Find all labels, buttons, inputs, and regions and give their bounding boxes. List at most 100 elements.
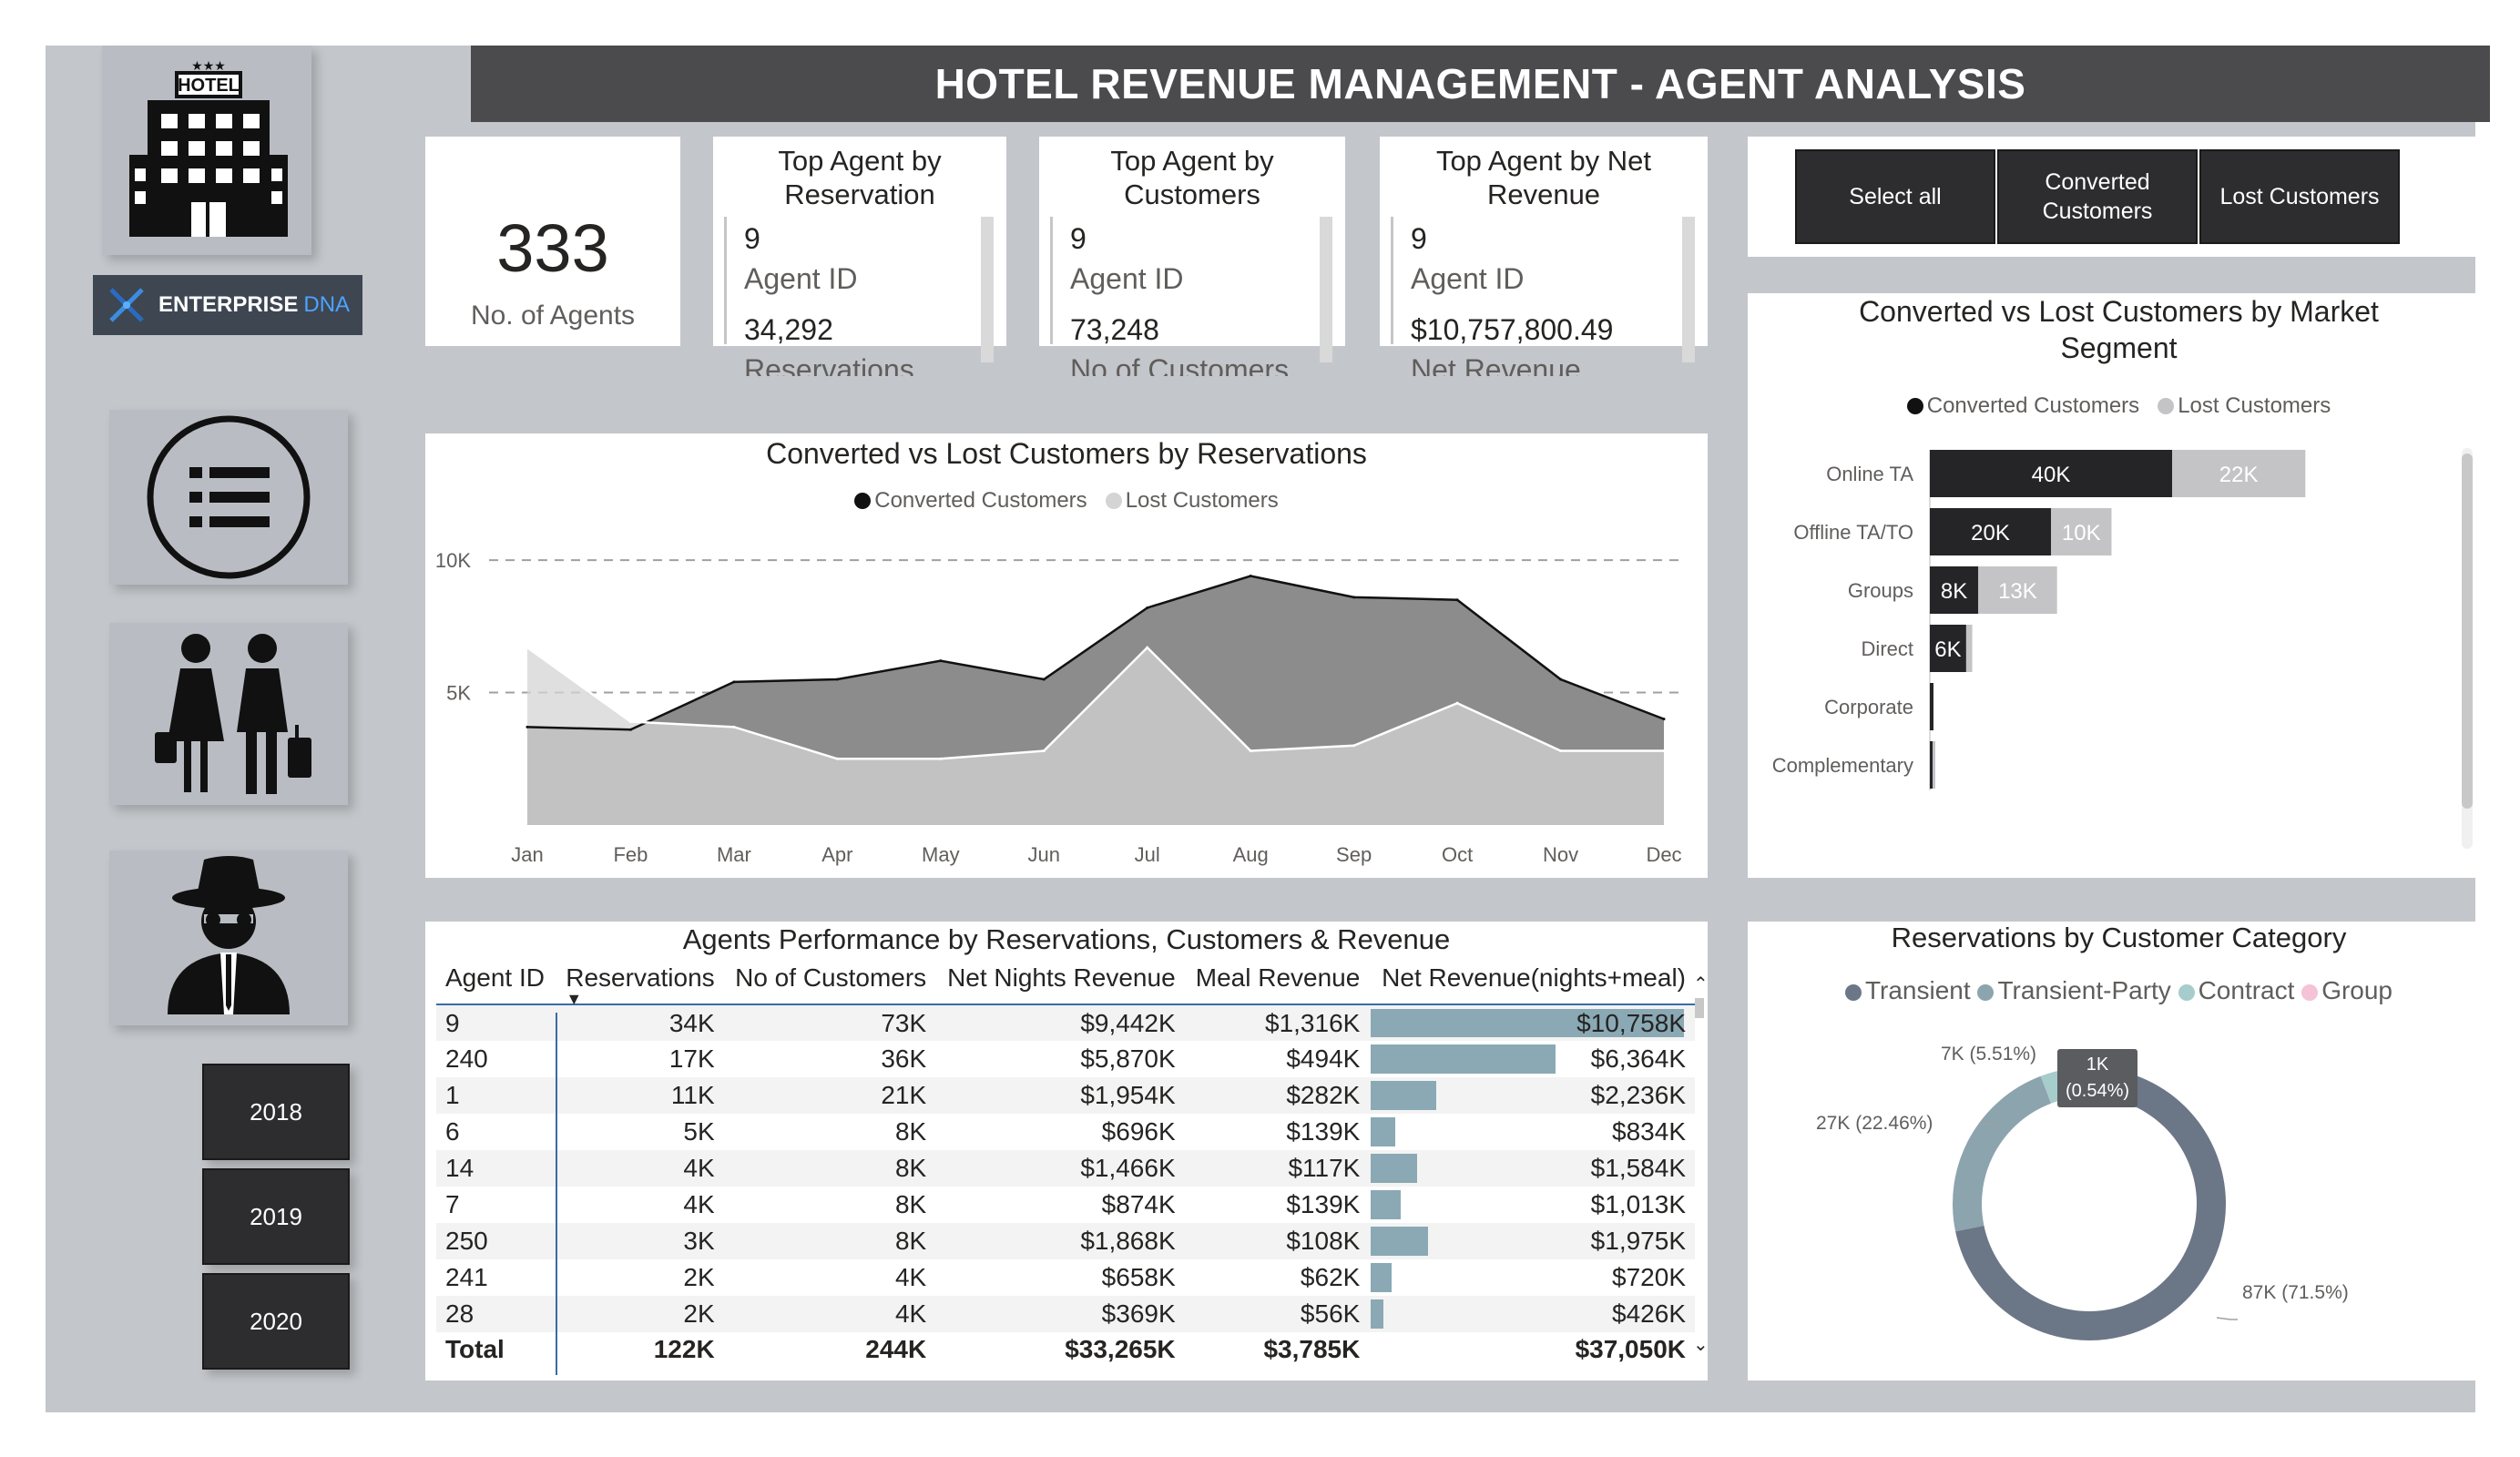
cell-text: $1,584K xyxy=(1590,1154,1686,1182)
lost-point xyxy=(525,646,529,649)
scroll-down-icon[interactable]: ⌄ xyxy=(1693,1333,1709,1356)
x-tick-label: May xyxy=(922,843,960,866)
lost-point xyxy=(939,757,943,760)
agent-id-label: Agent ID xyxy=(744,262,858,295)
cell-net-revenue: $10,758K xyxy=(1369,1004,1695,1041)
data-bar xyxy=(1371,1263,1393,1292)
table-cell: $1,868K xyxy=(935,1223,1185,1259)
enterprise-dna-logo: ENTERPRISE DNA xyxy=(93,275,362,335)
cell-text: $6,364K xyxy=(1590,1044,1686,1073)
table-cell: 34K xyxy=(555,1004,724,1041)
converted-point xyxy=(1146,606,1149,609)
table-cell: $117K xyxy=(1184,1150,1370,1187)
list-menu-icon xyxy=(147,415,311,579)
col-net-nights-revenue[interactable]: Net Nights Revenue xyxy=(935,962,1184,1004)
lost-data-label: 13K xyxy=(1998,579,2037,604)
table-row[interactable]: 1 11K 21K $1,954K $282K $2,236K xyxy=(436,1077,1695,1114)
agents-performance-table: Agents Performance by Reservations, Cust… xyxy=(425,922,1709,1381)
table-cell: 8K xyxy=(894,1117,927,1146)
donut-plot[interactable] xyxy=(1748,922,2490,1381)
converted-point xyxy=(1249,575,1252,578)
agent-id-value: 9 xyxy=(744,222,760,255)
svg-text:HOTEL: HOTEL xyxy=(178,76,240,96)
card-title: Top Agent by Reservation xyxy=(778,145,942,210)
net-revenue-label: Net Revenue xyxy=(1411,353,1581,386)
donut-label-contract: 7K (5.51%) xyxy=(1941,1044,2037,1065)
column-divider xyxy=(556,1013,557,1375)
chart-scrollbar[interactable] xyxy=(2462,448,2473,849)
x-tick-label: Oct xyxy=(1442,843,1473,866)
converted-point xyxy=(1352,596,1356,599)
x-tick-label: Jan xyxy=(511,843,543,866)
select-all-button[interactable]: Select all xyxy=(1795,149,1995,244)
top-agent-revenue-card: Top Agent by Net Revenue 9 Agent ID $10,… xyxy=(1380,137,1708,376)
bar-plot[interactable]: Online TA 40K 22K Offline TA/TO 20K 10K Groups… xyxy=(1748,293,2490,878)
market-segment-bar-chart: Converted vs Lost Customers by Market Se… xyxy=(1748,293,2490,878)
lost-point xyxy=(628,720,632,724)
col-agent-id[interactable]: Agent ID xyxy=(436,962,555,1004)
y-tick-label: 10K xyxy=(435,549,471,572)
table-scrollbar[interactable]: ⌃ ⌄ xyxy=(1693,973,1709,1356)
table-row[interactable]: 241 2K 4K $658K $62K $720K xyxy=(436,1259,1695,1296)
kpi-value: 333 xyxy=(496,210,609,286)
year-2018-button[interactable]: 2018 xyxy=(202,1064,350,1160)
table-cell: 8K xyxy=(723,1223,936,1259)
scroll-up-icon[interactable]: ⌃ xyxy=(1693,973,1709,995)
card-scrollbar[interactable] xyxy=(1682,217,1695,362)
data-bar xyxy=(1371,1117,1395,1146)
brand-suffix: DNA xyxy=(303,292,351,317)
table-cell: $108K xyxy=(1184,1223,1370,1259)
cell-text: $1,975K xyxy=(1590,1227,1686,1255)
customer-type-slicer: Select all Converted Customers Lost Cust… xyxy=(1748,137,2490,257)
total-cell: $37,050K xyxy=(1575,1335,1686,1363)
table-cell: 4K xyxy=(894,1263,927,1291)
lost-point xyxy=(732,725,736,728)
agent-tile[interactable] xyxy=(109,851,348,1025)
year-2020-button[interactable]: 2020 xyxy=(202,1273,350,1370)
col-customers[interactable]: No of Customers xyxy=(724,962,936,1004)
table-row[interactable]: 9 34K 73K $9,442K $1,316K $10,758K xyxy=(436,1004,1695,1041)
table-total-row: Total 122K 244K $33,265K $3,785K $37,050K xyxy=(436,1332,1695,1367)
total-cell: Total xyxy=(445,1335,505,1363)
table-cell: $139K xyxy=(1286,1190,1361,1218)
leader-line xyxy=(2216,1317,2238,1320)
x-tick-label: Jun xyxy=(1028,843,1060,866)
table-header-row: Agent ID Reservations ▼ No of Customers N… xyxy=(436,962,1695,1008)
total-cell: 244K xyxy=(865,1335,927,1363)
lost-customers-button[interactable]: Lost Customers xyxy=(2199,149,2400,244)
data-bar xyxy=(1371,1190,1401,1219)
donut-label-transient-party: 27K (22.46%) xyxy=(1816,1113,1933,1134)
year-2019-button[interactable]: 2019 xyxy=(202,1168,350,1265)
card-scrollbar[interactable] xyxy=(1320,217,1332,362)
dna-icon xyxy=(109,288,144,322)
lost-bar xyxy=(1965,625,1973,672)
table-row[interactable]: 28 2K 4K $369K $56K $426K xyxy=(436,1296,1695,1332)
lost-point xyxy=(1352,744,1356,748)
card-scrollbar[interactable] xyxy=(981,217,994,362)
area-plot[interactable]: 5K 10K Jan Feb Mar Apr May Jun Jul Aug Sep Oct Nov De… xyxy=(425,433,1708,878)
cell-net-revenue: $1,013K xyxy=(1369,1187,1695,1223)
cell-text: $720K xyxy=(1612,1263,1686,1291)
page-title: HOTEL REVENUE MANAGEMENT - AGENT ANALYSI… xyxy=(471,46,2490,122)
table-row[interactable]: 7 4K 8K $874K $139K $1,013K xyxy=(436,1187,1695,1223)
table-row[interactable]: 240 17K 36K $5,870K $494K $6,364K xyxy=(436,1041,1695,1077)
converted-point xyxy=(1042,678,1046,681)
menu-tile[interactable] xyxy=(109,410,348,585)
customers-tile[interactable] xyxy=(109,623,348,805)
col-reservations[interactable]: Reservations ▼ xyxy=(555,962,723,1008)
y-tick-label: 5K xyxy=(446,682,471,705)
table-cell: 2K xyxy=(683,1263,715,1291)
cell-text: $2,236K xyxy=(1590,1081,1686,1109)
table-cell: 5K xyxy=(683,1117,715,1146)
table-row[interactable]: 6 5K 8K $696K $139K $834K xyxy=(436,1114,1695,1150)
table-cell: 2K xyxy=(555,1296,724,1332)
table-cell: $1,466K xyxy=(935,1150,1185,1187)
table-row[interactable]: 250 3K 8K $1,868K $108K $1,975K xyxy=(436,1223,1695,1259)
sort-desc-icon: ▼ xyxy=(566,990,583,1008)
table-row[interactable]: 14 4K 8K $1,466K $117K $1,584K xyxy=(436,1150,1695,1187)
col-net-revenue[interactable]: Net Revenue(nights+meal) xyxy=(1369,962,1695,1004)
table-cell: 240 xyxy=(445,1044,488,1073)
col-meal-revenue[interactable]: Meal Revenue xyxy=(1185,962,1370,1004)
converted-customers-button[interactable]: Converted Customers xyxy=(1997,149,2198,244)
cell-net-revenue: $2,236K xyxy=(1369,1077,1695,1114)
